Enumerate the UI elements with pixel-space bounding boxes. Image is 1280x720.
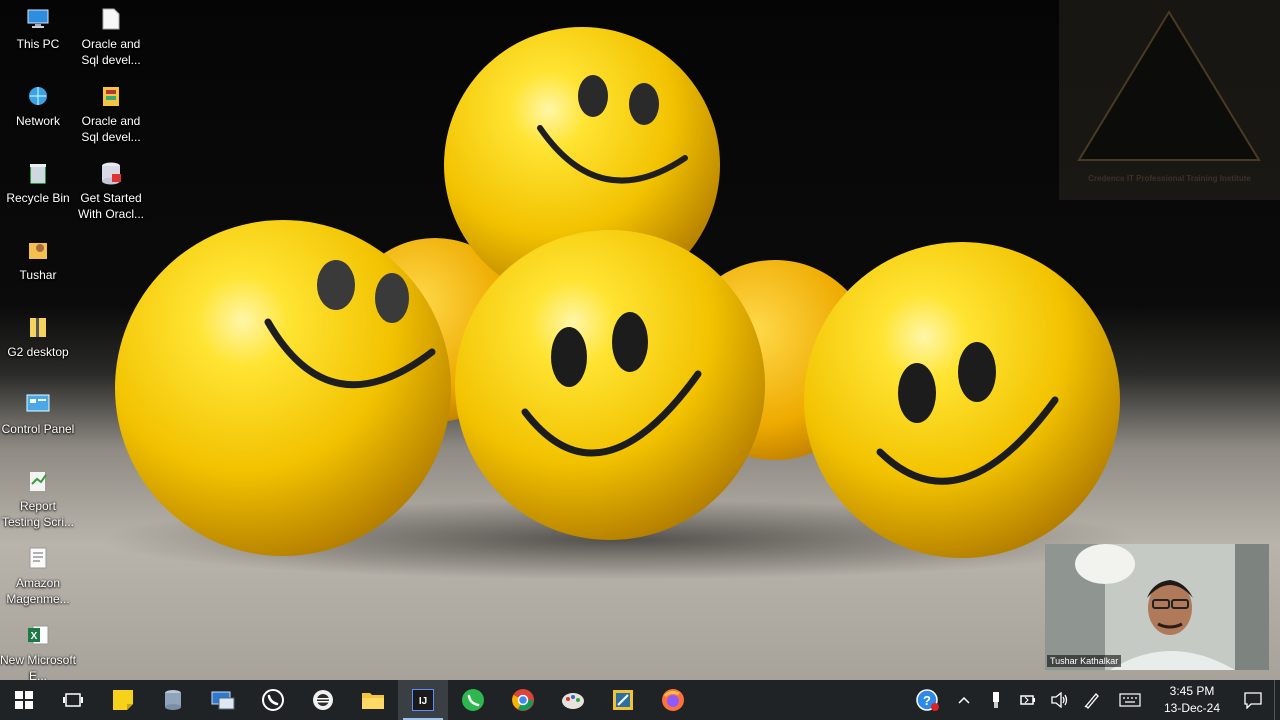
taskbar-whatsapp[interactable] bbox=[248, 680, 298, 720]
desktop-icon-label: Amazon Magenme... bbox=[6, 576, 70, 606]
desktop-icon-oracle-sql-2[interactable]: Oracle and Sql devel... bbox=[73, 77, 149, 149]
svg-text:?: ? bbox=[923, 693, 931, 708]
desktop-icon-new-microsoft-excel[interactable]: X New Microsoft E... bbox=[0, 616, 76, 688]
speaker-icon bbox=[1051, 692, 1068, 708]
taskbar-file-explorer[interactable] bbox=[348, 680, 398, 720]
show-desktop-button[interactable] bbox=[1274, 680, 1280, 720]
show-hidden-icons-button[interactable] bbox=[948, 680, 980, 720]
desktop-icon-this-pc[interactable]: This PC bbox=[0, 0, 76, 72]
desktop-icon-label: Oracle and Sql devel... bbox=[81, 114, 141, 144]
start-button[interactable] bbox=[0, 680, 48, 720]
touch-keyboard-button[interactable] bbox=[1108, 680, 1152, 720]
remote-desktop-icon bbox=[211, 691, 235, 710]
pen-tray-button[interactable] bbox=[1076, 680, 1108, 720]
usb-tray-button[interactable] bbox=[980, 680, 1012, 720]
notification-icon bbox=[1244, 692, 1262, 709]
webcam-name-label: Tushar Kathalkar bbox=[1047, 655, 1122, 667]
training-watermark: Credence IT Professional Training Instit… bbox=[1059, 0, 1280, 200]
taskbar-firefox[interactable] bbox=[648, 680, 698, 720]
system-tray: ? 3:45 PM 13-Dec-24 bbox=[908, 680, 1280, 720]
desktop-icon-oracle-sql-1[interactable]: Oracle and Sql devel... bbox=[73, 0, 149, 72]
pen-icon bbox=[1084, 693, 1099, 709]
taskbar-paint[interactable] bbox=[548, 680, 598, 720]
paint-icon bbox=[562, 693, 584, 709]
desktop-icon-control-panel[interactable]: Control Panel bbox=[0, 385, 76, 457]
windows-logo-icon bbox=[15, 691, 33, 709]
document-icon bbox=[26, 545, 50, 571]
database-tool-icon bbox=[165, 690, 181, 710]
excel-icon: X bbox=[26, 622, 50, 648]
svg-text:X: X bbox=[31, 631, 38, 642]
archive-icon bbox=[99, 83, 123, 109]
chrome-icon bbox=[512, 689, 534, 711]
network-icon bbox=[26, 83, 50, 109]
desktop-icon-network[interactable]: Network bbox=[0, 77, 76, 149]
taskbar-database-tool[interactable] bbox=[148, 680, 198, 720]
zip-folder-icon bbox=[26, 314, 50, 340]
desktop-icon-amazon-magenme[interactable]: Amazon Magenme... bbox=[0, 539, 76, 611]
desktop-icon-label: Oracle and Sql devel... bbox=[81, 37, 141, 67]
desktop-icon-g2-desktop[interactable]: G2 desktop bbox=[0, 308, 76, 380]
desktop-icon-get-started-oracle[interactable]: Get Started With Oracl... bbox=[73, 154, 149, 226]
clock-time: 3:45 PM bbox=[1169, 684, 1215, 698]
desktop-icon-label: Tushar bbox=[19, 268, 57, 282]
intellij-icon: IJ bbox=[412, 689, 434, 711]
sticky-notes-icon bbox=[113, 690, 133, 710]
desktop-icon-label: Control Panel bbox=[1, 422, 75, 436]
taskbar-intellij[interactable]: IJ bbox=[398, 680, 448, 720]
script-icon bbox=[26, 468, 50, 494]
task-view-icon bbox=[63, 693, 83, 707]
eclipse-icon bbox=[313, 690, 333, 710]
taskbar-clock[interactable]: 3:45 PM 13-Dec-24 bbox=[1152, 680, 1232, 720]
taskbar-sticky-notes[interactable] bbox=[98, 680, 148, 720]
desktop-icon-tushar[interactable]: Tushar bbox=[0, 231, 76, 303]
database-icon bbox=[99, 160, 123, 186]
taskbar: IJ ? 3:45 PM 13-Dec-24 bbox=[0, 680, 1280, 720]
desktop-icon-label: Recycle Bin bbox=[6, 191, 70, 205]
whatsapp-icon bbox=[462, 689, 484, 711]
taskbar-eclipse[interactable] bbox=[298, 680, 348, 720]
desktop-icon-label: G2 desktop bbox=[7, 345, 69, 359]
desktop-icon-label: Network bbox=[15, 114, 60, 128]
svg-text:IJ: IJ bbox=[419, 696, 427, 707]
desktop-icon-label: Get Started With Oracl... bbox=[77, 191, 144, 221]
help-tray-button[interactable]: ? bbox=[908, 680, 948, 720]
presenter-video-icon bbox=[1045, 544, 1269, 670]
usb-icon bbox=[993, 692, 999, 708]
battery-plug-icon bbox=[1020, 695, 1035, 705]
volume-tray-button[interactable] bbox=[1044, 680, 1076, 720]
user-folder-icon bbox=[26, 237, 50, 263]
taskbar-whatsapp-2[interactable] bbox=[448, 680, 498, 720]
triangle-logo-icon bbox=[1077, 10, 1261, 161]
desktop-icon-label: This PC bbox=[16, 37, 60, 51]
sql-developer-icon bbox=[613, 690, 633, 710]
keyboard-icon bbox=[1119, 693, 1141, 707]
desktop-icon-recycle-bin[interactable]: Recycle Bin bbox=[0, 154, 76, 226]
whatsapp-icon bbox=[262, 689, 284, 711]
clock-date: 13-Dec-24 bbox=[1163, 701, 1221, 715]
folder-icon bbox=[362, 693, 384, 709]
chevron-up-icon bbox=[958, 696, 970, 704]
action-center-button[interactable] bbox=[1232, 680, 1274, 720]
firefox-icon bbox=[662, 689, 684, 711]
desktop-icon-label: Report Testing Scri... bbox=[1, 499, 75, 529]
help-icon: ? bbox=[916, 689, 939, 711]
task-view-button[interactable] bbox=[48, 680, 98, 720]
control-panel-icon bbox=[26, 391, 50, 417]
recycle-bin-icon bbox=[26, 160, 50, 186]
computer-icon bbox=[26, 6, 50, 32]
taskbar-remote-desktop[interactable] bbox=[198, 680, 248, 720]
battery-tray-button[interactable] bbox=[1012, 680, 1044, 720]
file-icon bbox=[99, 6, 123, 32]
taskbar-sql-developer[interactable] bbox=[598, 680, 648, 720]
watermark-text: Credence IT Professional Training Instit… bbox=[1088, 174, 1251, 183]
taskbar-chrome[interactable] bbox=[498, 680, 548, 720]
desktop-icon-report-testing[interactable]: Report Testing Scri... bbox=[0, 462, 76, 534]
webcam-overlay: Tushar Kathalkar bbox=[1045, 544, 1269, 670]
